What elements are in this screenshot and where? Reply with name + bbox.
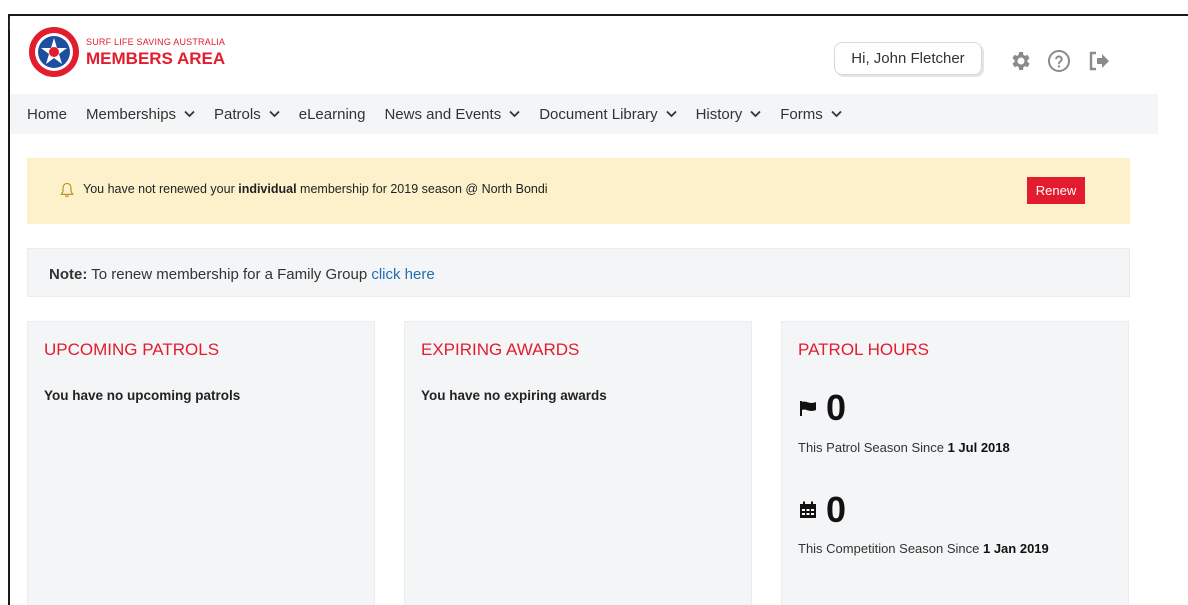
- bell-icon: [60, 182, 74, 197]
- brand-logo[interactable]: SURF LIFE SAVING AUSTRALIA MEMBERS AREA: [28, 26, 225, 78]
- competition-season-stat: 0: [798, 492, 846, 528]
- chevron-down-icon: [269, 110, 280, 118]
- members-area-title: MEMBERS AREA: [86, 48, 226, 68]
- chevron-down-icon: [509, 110, 520, 118]
- nav-item-elearning[interactable]: eLearning: [299, 106, 366, 123]
- site-header: SURF LIFE SAVING AUSTRALIA MEMBERS AREA …: [10, 16, 1188, 94]
- alert-text-after: membership for 2019 season @ North Bondi: [296, 182, 548, 196]
- org-name: SURF LIFE SAVING AUSTRALIA: [86, 36, 226, 47]
- nav-item-label: eLearning: [298, 105, 366, 123]
- alert-message: You have not renewed your individual mem…: [83, 182, 548, 196]
- competition-season-caption: This Competition Season Since 1 Jan 2019: [798, 541, 1049, 556]
- main-nav: Home Memberships Patrols eLearning News and …: [10, 94, 1158, 134]
- nav-item-label: History: [695, 105, 743, 123]
- card-title: UPCOMING PATROLS: [44, 340, 220, 359]
- competition-since-date: 1 Jan 2019: [982, 541, 1049, 556]
- patrol-since-date: 1 Jul 2018: [947, 440, 1010, 455]
- expiring-awards-card: EXPIRING AWARDS You have no expiring awa…: [404, 321, 752, 605]
- surf-life-saving-logo-icon: [29, 27, 79, 77]
- user-greeting-button[interactable]: Hi, John Fletcher: [834, 42, 982, 75]
- empty-state-text: You have no upcoming patrols: [44, 388, 241, 403]
- nav-item-label: Forms: [780, 105, 823, 123]
- chevron-down-icon: [184, 110, 195, 118]
- note-text: To renew membership for a Family Group: [87, 266, 372, 283]
- nav-item-label: Patrols: [214, 105, 261, 123]
- card-title: EXPIRING AWARDS: [421, 340, 580, 359]
- nav-item-news-and-events[interactable]: News and Events: [384, 106, 520, 123]
- family-renewal-note: Note: To renew membership for a Family G…: [27, 248, 1130, 297]
- nav-item-label: Home: [27, 105, 68, 123]
- logout-icon[interactable]: [1086, 48, 1112, 74]
- competition-hours-value: 0: [826, 489, 847, 530]
- chevron-down-icon: [665, 110, 677, 118]
- family-renewal-link[interactable]: click here: [371, 266, 434, 283]
- patrol-hours-value: 0: [826, 387, 847, 428]
- upcoming-patrols-card: UPCOMING PATROLS You have no upcoming pa…: [27, 321, 375, 605]
- nav-item-label: News and Events: [384, 105, 502, 123]
- gear-icon[interactable]: [1008, 48, 1034, 74]
- nav-item-forms[interactable]: Forms: [780, 106, 842, 123]
- patrol-caption-text: This Patrol Season Since: [798, 440, 948, 455]
- help-icon[interactable]: [1046, 48, 1072, 74]
- renew-button[interactable]: Renew: [1027, 177, 1085, 204]
- patrol-season-caption: This Patrol Season Since 1 Jul 2018: [798, 440, 1010, 455]
- nav-item-label: Memberships: [86, 105, 177, 123]
- flag-icon: [800, 401, 816, 416]
- chevron-down-icon: [831, 110, 842, 118]
- patrol-season-stat: 0: [798, 390, 846, 426]
- competition-caption-text: This Competition Season Since: [798, 541, 983, 556]
- calendar-icon: [800, 501, 816, 518]
- nav-item-memberships[interactable]: Memberships: [86, 106, 195, 123]
- patrol-hours-card: PATROL HOURS 0 This Patrol Season Since …: [781, 321, 1129, 605]
- alert-text-bold: individual: [238, 182, 297, 196]
- nav-item-history[interactable]: History: [696, 106, 762, 123]
- card-title: PATROL HOURS: [798, 340, 929, 359]
- nav-item-patrols[interactable]: Patrols: [214, 106, 280, 123]
- chevron-down-icon: [750, 110, 761, 118]
- nav-item-document-library[interactable]: Document Library: [539, 105, 677, 123]
- alert-text-before: You have not renewed your: [83, 182, 239, 196]
- renewal-alert: You have not renewed your individual mem…: [27, 158, 1130, 224]
- nav-item-home[interactable]: Home: [27, 106, 67, 123]
- empty-state-text: You have no expiring awards: [421, 388, 607, 403]
- nav-item-label: Document Library: [539, 105, 658, 123]
- note-label: Note:: [49, 266, 88, 283]
